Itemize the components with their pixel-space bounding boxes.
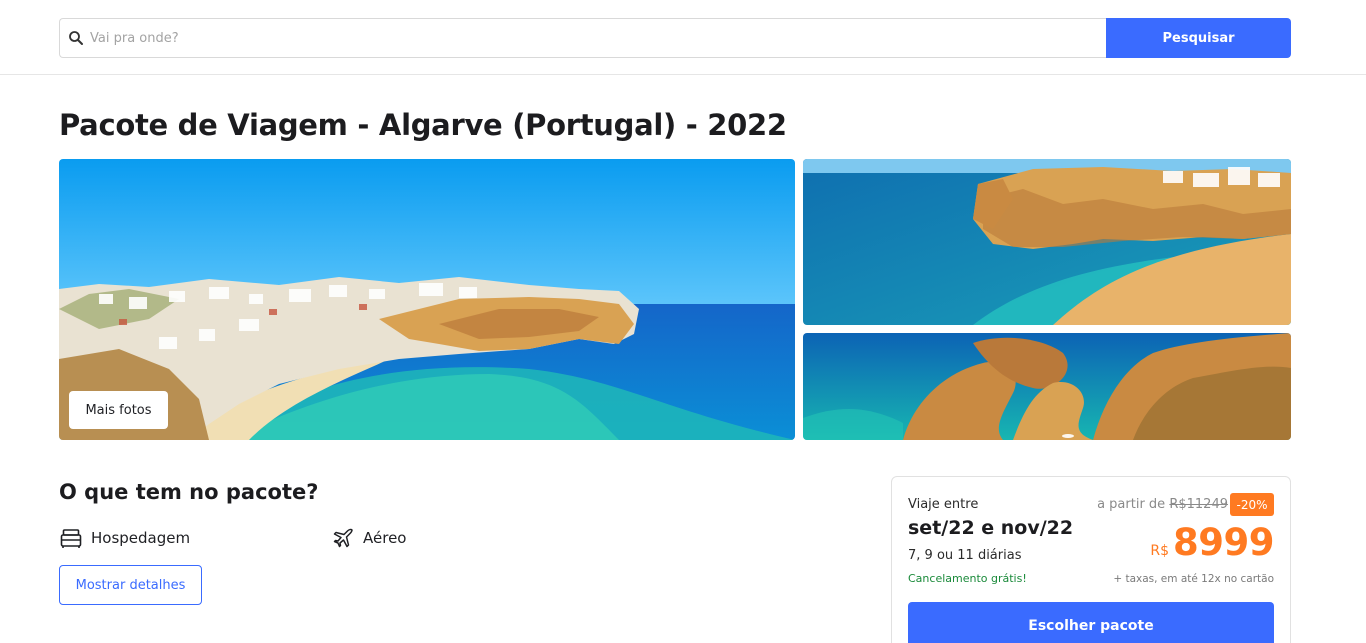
original-price: a partir de R$11249 (1097, 497, 1228, 512)
more-photos-button[interactable]: Mais fotos (69, 391, 168, 429)
search-button[interactable]: Pesquisar (1106, 18, 1291, 58)
choose-package-button[interactable]: Escolher pacote (908, 602, 1274, 643)
feature-accommodation-label: Hospedagem (91, 529, 191, 547)
bed-icon (60, 529, 82, 548)
rock-formations-photo[interactable] (803, 333, 1291, 440)
free-cancellation-note: Cancelamento grátis! (908, 572, 1027, 585)
price-card: Viaje entre set/22 e nov/22 7, 9 ou 11 d… (891, 476, 1291, 643)
show-details-button[interactable]: Mostrar detalhes (59, 565, 202, 605)
feature-accommodation: Hospedagem (59, 526, 190, 550)
header: Pesquisar (0, 0, 1366, 75)
currency-symbol: R$ (1150, 543, 1170, 559)
feature-flight: Aéreo (331, 526, 406, 550)
search-box[interactable] (59, 18, 1107, 58)
current-price: R$ 8999 (1150, 521, 1274, 564)
feature-flight-label: Aéreo (363, 529, 407, 547)
beach-village-photo[interactable] (59, 159, 795, 440)
page-title: Pacote de Viagem - Algarve (Portugal) - … (59, 108, 787, 142)
nights-options: 7, 9 ou 11 diárias (908, 548, 1022, 563)
travel-dates: set/22 e nov/22 (908, 517, 1074, 539)
package-section-title: O que tem no pacote? (59, 480, 319, 504)
old-price: R$11249 (1169, 497, 1228, 512)
airplane-icon (333, 528, 353, 548)
search-input[interactable] (90, 19, 1100, 57)
discount-badge: -20% (1230, 493, 1274, 516)
price-value: 8999 (1173, 521, 1274, 564)
cliff-beach-photo[interactable] (803, 159, 1291, 325)
search-icon (69, 31, 83, 45)
from-label: a partir de (1097, 497, 1166, 512)
taxes-note: + taxas, em até 12x no cartão (1113, 573, 1274, 585)
travel-period-label: Viaje entre (908, 497, 979, 512)
